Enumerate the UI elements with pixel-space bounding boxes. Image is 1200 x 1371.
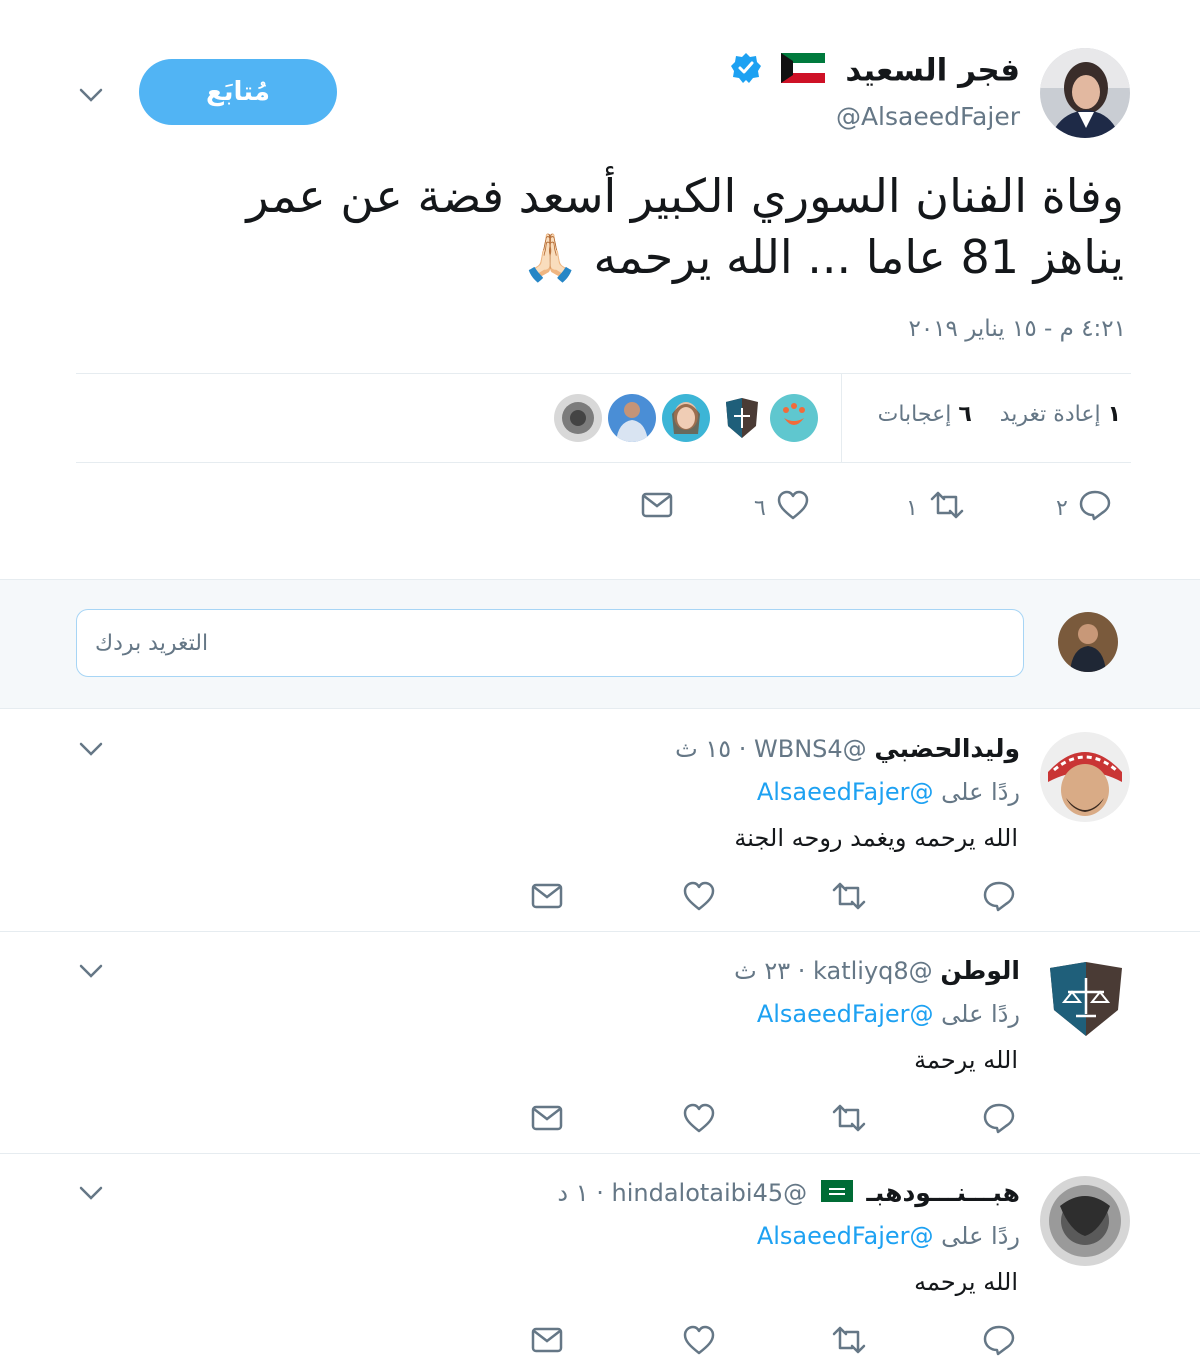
reply-count: ٢: [1056, 495, 1068, 521]
tweet-text-line-1: وفاة الفنان السوري الكبير أسعد فضة عن عم…: [246, 169, 1124, 223]
replying-label: ردًا على: [941, 1000, 1020, 1028]
heart-icon[interactable]: [682, 880, 716, 918]
replying-label: ردًا على: [941, 778, 1020, 806]
reply-header: وليدالحضبي @WBNS4 · ١٥ ث: [675, 734, 1020, 763]
heart-icon[interactable]: [682, 1324, 716, 1362]
retweet-action[interactable]: [830, 880, 868, 918]
reply-author-handle[interactable]: @WBNS4: [754, 735, 867, 763]
reply-header: هبـــنـــودهبـ @hindalotaibi45 · ١ د: [557, 1178, 1020, 1208]
current-user-avatar: [1058, 612, 1118, 672]
like-action[interactable]: ٦: [754, 489, 810, 527]
tweet-stats: ١ إعادة تغريد ٦ إعجابات: [76, 374, 1131, 462]
envelope-icon[interactable]: [640, 489, 674, 527]
replying-to: ردًا على @AlsaeedFajer: [757, 1000, 1020, 1028]
reply-time[interactable]: ٢٣ ث: [734, 957, 790, 985]
following-button[interactable]: مُتابَع: [139, 59, 337, 125]
verified-badge-icon: [730, 52, 762, 92]
direct-message-action[interactable]: [530, 1102, 564, 1140]
reply-action[interactable]: ٢: [1056, 489, 1112, 527]
author-name[interactable]: فجر السعيد: [845, 53, 1020, 89]
reply-text: الله يرحمه: [914, 1268, 1018, 1296]
chevron-down-icon[interactable]: [78, 740, 104, 758]
liker-avatar[interactable]: [662, 394, 710, 442]
envelope-icon[interactable]: [530, 1102, 564, 1140]
replying-to: ردًا على @AlsaeedFajer: [757, 778, 1020, 806]
reply-icon[interactable]: [1078, 489, 1112, 527]
retweet-icon[interactable]: [830, 1102, 868, 1140]
retweet-icon[interactable]: [928, 489, 966, 527]
reply-action[interactable]: [982, 880, 1016, 918]
chevron-down-icon[interactable]: [78, 962, 104, 980]
likes-count: ٦: [958, 402, 972, 427]
retweet-action[interactable]: [830, 1324, 868, 1362]
reply-avatar[interactable]: [1040, 732, 1130, 822]
author-handle[interactable]: @AlsaeedFajer: [836, 102, 1020, 131]
heart-icon[interactable]: [776, 489, 810, 527]
liker-avatar[interactable]: [770, 394, 818, 442]
reply-author-name[interactable]: هبـــنـــودهبـ: [866, 1178, 1020, 1207]
author-name-row[interactable]: فجر السعيد: [730, 52, 1020, 92]
author-avatar[interactable]: [1040, 48, 1130, 138]
reply-time[interactable]: ١٥ ث: [675, 735, 731, 763]
liker-avatar[interactable]: [718, 394, 766, 442]
retweet-icon[interactable]: [830, 1324, 868, 1362]
reply-icon[interactable]: [982, 1324, 1016, 1362]
like-action[interactable]: [682, 1324, 716, 1362]
reply-input[interactable]: التغريد بردك: [76, 609, 1024, 677]
reply-action[interactable]: [982, 1102, 1016, 1140]
reply-author-name[interactable]: وليدالحضبي: [874, 734, 1020, 763]
reply-header: الوطن @katliyq8 · ٢٣ ث: [734, 956, 1020, 985]
direct-message-action[interactable]: [640, 489, 674, 527]
reply-avatar[interactable]: [1040, 1176, 1130, 1266]
retweet-count: ١: [906, 495, 918, 521]
envelope-icon[interactable]: [530, 880, 564, 918]
retweet-icon[interactable]: [830, 880, 868, 918]
replying-label: ردًا على: [941, 1222, 1020, 1250]
retweets-count: ١: [1107, 402, 1121, 427]
tweet-text: وفاة الفنان السوري الكبير أسعد فضة عن عم…: [114, 166, 1124, 288]
replying-to: ردًا على @AlsaeedFajer: [757, 1222, 1020, 1250]
reply-action[interactable]: [982, 1324, 1016, 1362]
reply-text: الله يرحمه ويغمد روحه الجنة: [734, 824, 1018, 852]
kuwait-flag-icon: [780, 53, 825, 91]
tweet-timestamp[interactable]: ٤:٢١ م - ١٥ يناير ٢٠١٩: [908, 316, 1126, 342]
stats-counts[interactable]: ١ إعادة تغريد ٦ إعجابات: [878, 402, 1121, 427]
reply-time[interactable]: ١ د: [557, 1179, 588, 1207]
direct-message-action[interactable]: [530, 1324, 564, 1362]
replying-to-link[interactable]: @AlsaeedFajer: [757, 1222, 934, 1250]
reply-avatar[interactable]: [1044, 958, 1128, 1042]
direct-message-action[interactable]: [530, 880, 564, 918]
liker-avatar[interactable]: [554, 394, 602, 442]
retweet-action[interactable]: [830, 1102, 868, 1140]
replying-to-link[interactable]: @AlsaeedFajer: [757, 778, 934, 806]
liker-avatar[interactable]: [608, 394, 656, 442]
like-count: ٦: [754, 495, 766, 521]
retweet-action[interactable]: ١: [906, 489, 966, 527]
like-action[interactable]: [682, 880, 716, 918]
likes-label[interactable]: إعجابات: [878, 402, 952, 427]
like-action[interactable]: [682, 1102, 716, 1140]
heart-icon[interactable]: [682, 1102, 716, 1140]
reply-author-handle[interactable]: @katliyq8: [813, 957, 933, 985]
saudi-flag-icon: [820, 1180, 853, 1208]
tweet-text-line-2: يناهز 81 عاما ... الله يرحمه 🙏🏻: [521, 230, 1124, 284]
chevron-down-icon[interactable]: [78, 86, 104, 104]
retweets-label[interactable]: إعادة تغريد: [1000, 402, 1101, 427]
chevron-down-icon[interactable]: [78, 1184, 104, 1202]
reply-text: الله يرحمة: [914, 1046, 1018, 1074]
reply-author-handle[interactable]: @hindalotaibi45: [612, 1179, 808, 1207]
reply-author-name[interactable]: الوطن: [940, 956, 1020, 985]
reply-icon[interactable]: [982, 880, 1016, 918]
replying-to-link[interactable]: @AlsaeedFajer: [757, 1000, 934, 1028]
reply-icon[interactable]: [982, 1102, 1016, 1140]
envelope-icon[interactable]: [530, 1324, 564, 1362]
